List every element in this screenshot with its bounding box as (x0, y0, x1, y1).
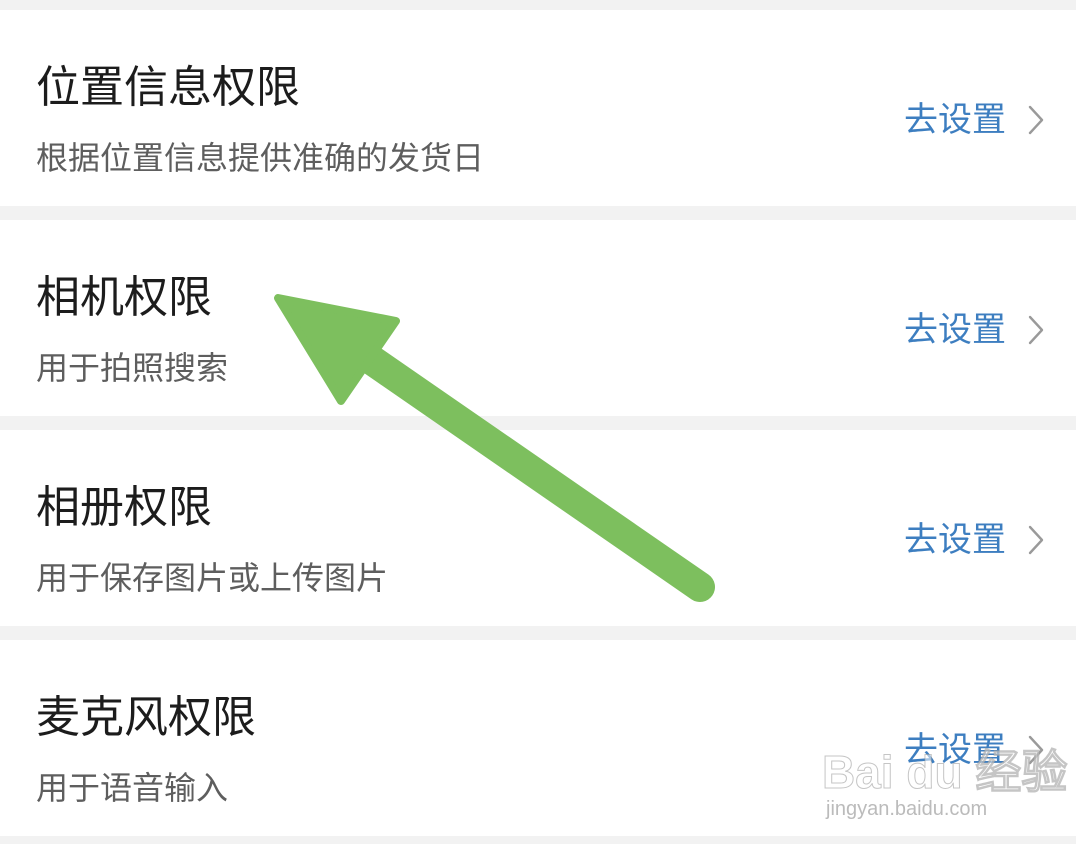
permission-title: 位置信息权限 (36, 62, 300, 113)
go-settings-label: 去设置 (904, 310, 1006, 350)
permission-description: 用于拍照搜索 (36, 349, 229, 387)
permission-title: 相机权限 (36, 272, 212, 323)
permission-description: 根据位置信息提供准确的发货日 (36, 139, 485, 177)
go-settings-button[interactable]: 去设置 (904, 512, 1044, 568)
go-settings-label: 去设置 (904, 730, 1006, 770)
chevron-right-icon (1028, 315, 1044, 345)
go-settings-label: 去设置 (904, 100, 1006, 140)
permission-row-camera[interactable]: 相机权限 用于拍照搜索 去设置 (0, 220, 1076, 416)
go-settings-button[interactable]: 去设置 (904, 302, 1044, 358)
permission-row-microphone[interactable]: 麦克风权限 用于语音输入 去设置 (0, 640, 1076, 836)
go-settings-label: 去设置 (904, 520, 1006, 560)
go-settings-button[interactable]: 去设置 (904, 722, 1044, 778)
permission-description: 用于保存图片或上传图片 (36, 559, 389, 597)
permission-row-location[interactable]: 位置信息权限 根据位置信息提供准确的发货日 去设置 (0, 10, 1076, 206)
permission-row-album[interactable]: 相册权限 用于保存图片或上传图片 去设置 (0, 430, 1076, 626)
chevron-right-icon (1028, 735, 1044, 765)
chevron-right-icon (1028, 525, 1044, 555)
permission-title: 麦克风权限 (36, 692, 256, 743)
permission-description: 用于语音输入 (36, 769, 229, 807)
chevron-right-icon (1028, 105, 1044, 135)
permission-title: 相册权限 (36, 482, 212, 533)
go-settings-button[interactable]: 去设置 (904, 92, 1044, 148)
